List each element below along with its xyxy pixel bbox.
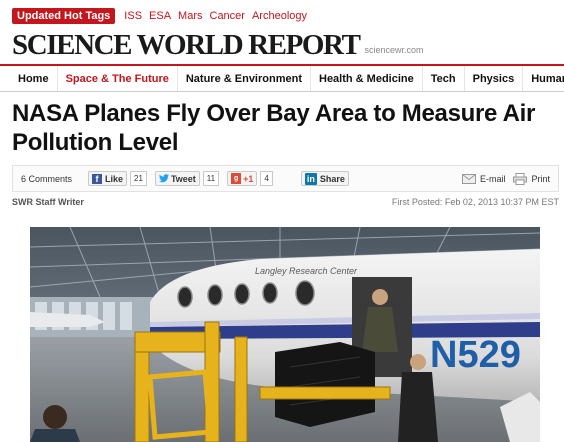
nav-item-home[interactable]: Home (0, 66, 58, 91)
linkedin-share-label: Share (319, 173, 345, 184)
article-headline: NASA Planes Fly Over Bay Area to Measure… (12, 100, 536, 156)
article-author[interactable]: SWR Staff Writer (12, 197, 84, 207)
print-link[interactable]: Print (513, 172, 550, 185)
printer-icon (513, 172, 528, 185)
nav-item-health-and-medicine[interactable]: Health & Medicine (311, 66, 423, 91)
linkedin-icon: in (304, 172, 317, 185)
article-byline: SWR Staff Writer First Posted: Feb 02, 2… (12, 195, 559, 209)
nav-item-physics[interactable]: Physics (465, 66, 524, 91)
email-link[interactable]: E-mail (461, 173, 506, 184)
share-actions: E-mail Print (461, 172, 558, 185)
aircraft-tail-number: N529 (430, 334, 521, 376)
print-label: Print (531, 173, 550, 184)
tweet-count: 11 (202, 171, 220, 186)
twitter-bird-icon (159, 173, 169, 184)
tweet-label: Tweet (170, 173, 196, 184)
email-label: E-mail (479, 173, 506, 184)
article-posted-date: First Posted: Feb 02, 2013 10:37 PM EST (391, 197, 559, 207)
linkedin-share-button[interactable]: in Share (300, 171, 349, 186)
site-domain: sciencewr.com (364, 45, 424, 55)
hot-tag-cancer[interactable]: Cancer (210, 10, 245, 22)
google-plus-label: +1 (243, 173, 254, 184)
hot-tag-esa[interactable]: ESA (149, 10, 171, 22)
tweet-button[interactable]: Tweet (154, 171, 200, 186)
aircraft-label: Langley Research Center (255, 266, 358, 276)
facebook-like-count: 21 (130, 171, 147, 186)
hot-tag-mars[interactable]: Mars (178, 10, 202, 22)
main-nav: Home Space & The Future Nature & Environ… (0, 64, 564, 92)
envelope-icon (461, 173, 476, 184)
google-plus-button[interactable]: g +1 (227, 171, 258, 186)
nav-item-nature-and-environment[interactable]: Nature & Environment (178, 66, 311, 91)
nav-item-space-and-the-future[interactable]: Space & The Future (58, 66, 178, 91)
google-plus-icon: g (231, 173, 242, 184)
facebook-like-button[interactable]: f Like (88, 171, 128, 186)
hot-tag-archeology[interactable]: Archeology (252, 10, 307, 22)
hot-tags-badge: Updated Hot Tags (12, 8, 116, 24)
nav-item-tech[interactable]: Tech (423, 66, 465, 91)
hot-tags-bar: Updated Hot Tags ISS ESA Mars Cancer Arc… (12, 8, 314, 24)
site-logo-text[interactable]: SCIENCE WORLD REPORT (12, 30, 361, 60)
nav-item-human[interactable]: Human (523, 66, 564, 91)
site-logo[interactable]: SCIENCE WORLD REPORT sciencewr.com (12, 26, 424, 60)
hot-tag-iss[interactable]: ISS (124, 10, 142, 22)
facebook-icon: f (92, 173, 103, 184)
google-plus-count: 4 (260, 171, 273, 186)
article-photo: Langley Research Center N529 (30, 227, 540, 442)
comments-link[interactable]: 6 Comments (21, 174, 72, 184)
share-bar: 6 Comments f Like 21 Tweet 11 g +1 4 in … (12, 165, 559, 192)
hangar-aircraft-image: Langley Research Center N529 (30, 227, 540, 442)
facebook-like-label: Like (105, 173, 124, 184)
